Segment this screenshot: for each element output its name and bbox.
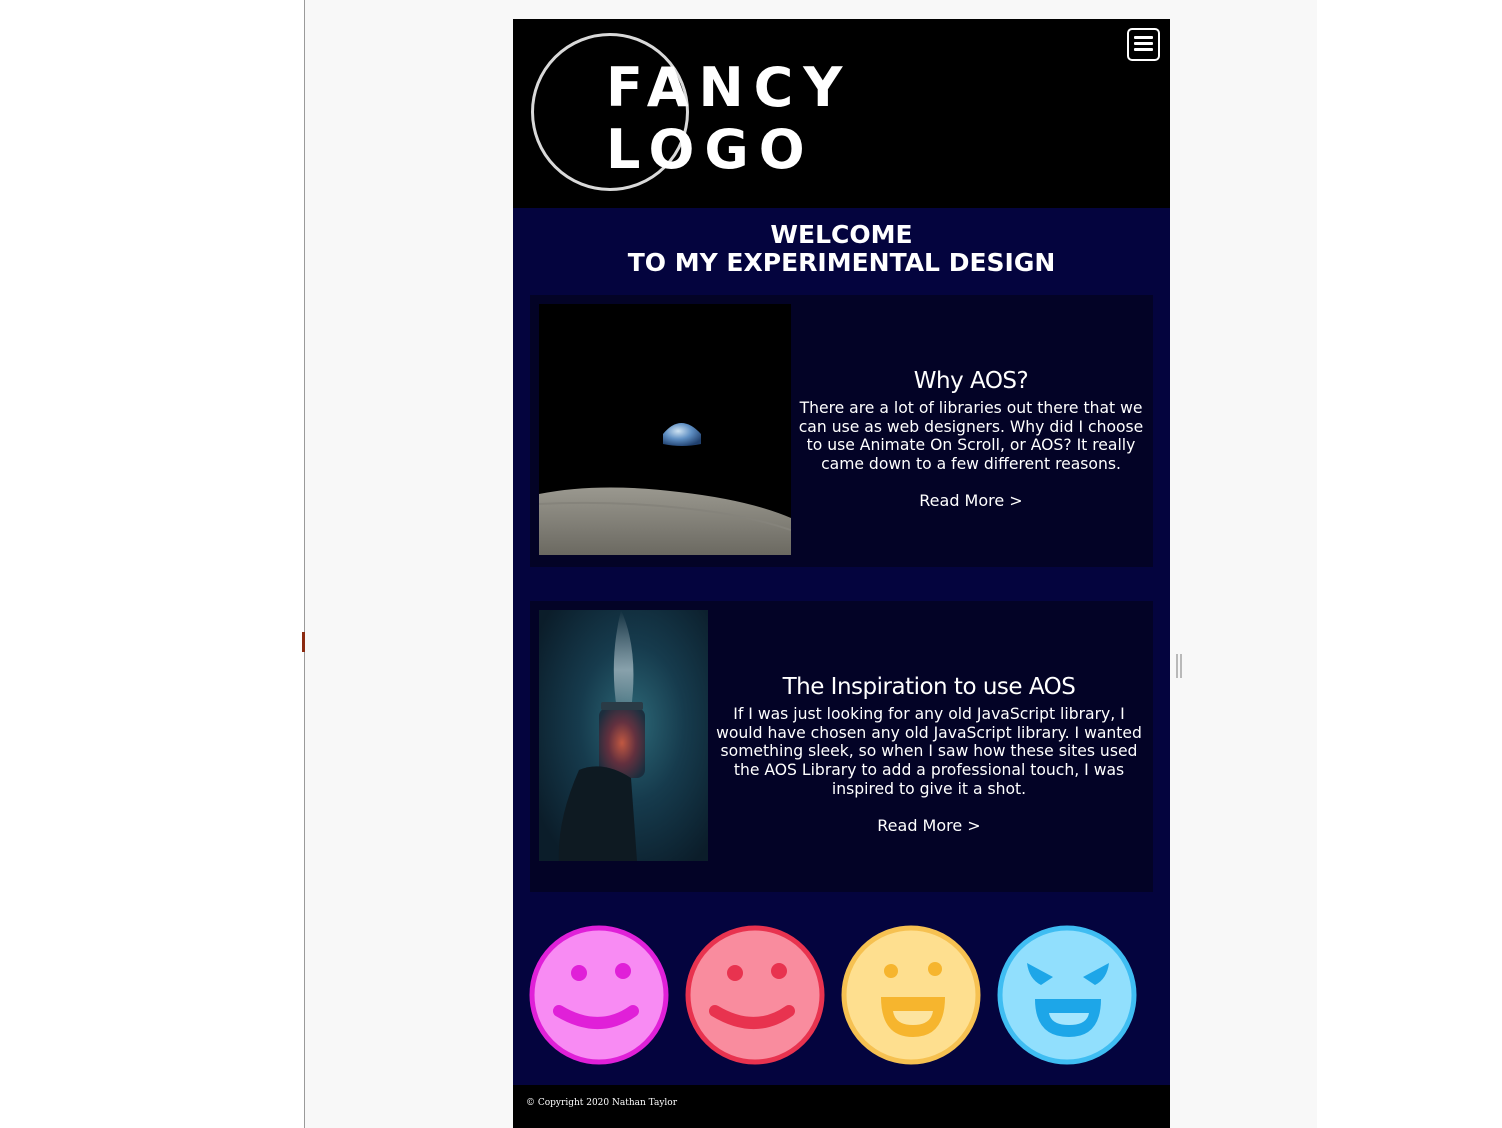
earthrise-image <box>539 304 791 555</box>
smiley-face-icon <box>685 925 825 1065</box>
menu-bar <box>1134 42 1153 45</box>
read-more-link[interactable]: Read More > <box>877 816 980 836</box>
smiley-face-icon <box>529 925 669 1065</box>
menu-bar <box>1134 36 1153 39</box>
menu-bar <box>1134 48 1153 51</box>
site-logo[interactable]: FANCY LOGO <box>606 57 852 181</box>
resize-handle[interactable] <box>1176 654 1182 678</box>
card-content: Why AOS? There are a lot of libraries ou… <box>797 365 1145 511</box>
read-more-link[interactable]: Read More > <box>919 491 1022 511</box>
left-pane <box>0 0 305 1128</box>
mischievous-face-icon <box>997 925 1137 1065</box>
welcome-line-1: WELCOME <box>770 220 913 249</box>
star-jar-image <box>539 610 708 861</box>
site-footer: © Copyright 2020 Nathan Taylor <box>513 1085 1170 1128</box>
logo-line-2: LOGO <box>606 118 815 181</box>
card-text: If I was just looking for any old JavaSc… <box>716 705 1142 798</box>
logo-line-1: FANCY <box>606 56 853 119</box>
card-content: The Inspiration to use AOS If I was just… <box>713 671 1145 836</box>
grinning-face-icon <box>841 925 981 1065</box>
hamburger-menu-icon[interactable] <box>1127 28 1160 61</box>
card-text: There are a lot of libraries out there t… <box>798 399 1144 474</box>
site-header: FANCY LOGO <box>513 19 1170 208</box>
copyright-text: © Copyright 2020 Nathan Taylor <box>526 1098 678 1108</box>
welcome-line-2: TO MY EXPERIMENTAL DESIGN <box>627 248 1056 277</box>
card-title: Why AOS? <box>913 368 1029 394</box>
site-preview: FANCY LOGO WELCOME TO MY EXPERIMENTAL DE… <box>513 19 1170 1128</box>
emoji-row <box>529 925 1149 1067</box>
article-card-why-aos: Why AOS? There are a lot of libraries ou… <box>530 295 1153 567</box>
welcome-heading: WELCOME TO MY EXPERIMENTAL DESIGN <box>513 221 1170 277</box>
article-card-inspiration: The Inspiration to use AOS If I was just… <box>530 601 1153 892</box>
card-title: The Inspiration to use AOS <box>782 674 1076 700</box>
